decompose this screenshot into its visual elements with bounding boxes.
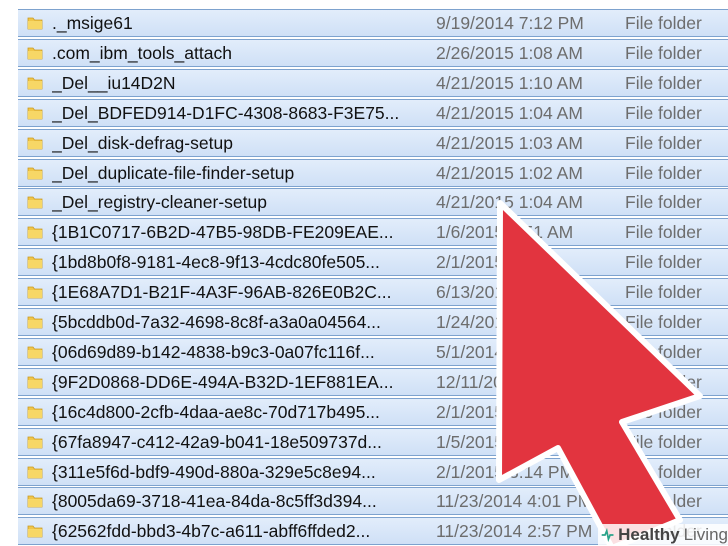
file-date-modified: 12/11/2014: [436, 371, 523, 392]
file-row[interactable]: {1E68A7D1-B21F-4A3F-96AB-826E0B2C... 6/13…: [18, 278, 728, 307]
file-name: {1E68A7D1-B21F-4A3F-96AB-826E0B2C...: [52, 282, 392, 303]
file-type: File folder: [625, 401, 702, 422]
file-row[interactable]: ._msige61 9/19/2014 7:12 PM File folder: [18, 9, 728, 37]
watermark: Healthy Living: [598, 524, 728, 546]
healthy-living-logo-icon: [601, 527, 614, 543]
folder-icon: [27, 316, 43, 329]
file-name: {06d69d89-b142-4838-b9c3-0a07fc116f...: [52, 341, 375, 362]
file-date-modified: 2/1/2015 PM: [436, 252, 536, 273]
file-row[interactable]: _Del_duplicate-file-finder-setup 4/21/201…: [18, 158, 728, 187]
file-date-modified: 9/19/2014 7:12 PM: [436, 13, 584, 33]
file-date-modified: 1/24/2015: [436, 312, 514, 332]
file-row[interactable]: {06d69d89-b142-4838-b9c3-0a07fc116f... 5/…: [18, 337, 728, 366]
file-type: File folder: [625, 252, 702, 273]
file-type: File folder: [625, 491, 702, 512]
file-row[interactable]: _Del_BDFED914-D1FC-4308-8683-F3E75... 4/2…: [18, 98, 728, 127]
folder-icon: [27, 167, 43, 179]
file-name: ._msige61: [52, 13, 133, 33]
file-row[interactable]: .com_ibm_tools_attach 2/26/2015 1:08 AM Fi…: [18, 38, 728, 67]
file-date-modified: 1/5/2015 25 AM: [436, 431, 559, 452]
folder-icon: [27, 47, 43, 60]
file-row[interactable]: {9F2D0868-DD6E-494A-B32D-1EF881EA... 12/1…: [18, 367, 728, 396]
file-type: File folder: [625, 282, 702, 303]
folder-icon: [27, 137, 43, 149]
file-name: _Del_disk-defrag-setup: [52, 132, 233, 153]
file-date-modified: 2/26/2015 1:08 AM: [436, 42, 583, 63]
folder-icon: [27, 406, 43, 419]
file-row[interactable]: {16c4d800-2cfb-4daa-ae8c-70d717b495... 2/…: [18, 397, 728, 426]
file-list: ._msige61 9/19/2014 7:12 PM File folder .co…: [0, 0, 728, 546]
file-name: _Del_registry-cleaner-setup: [52, 192, 267, 213]
folder-icon: [27, 376, 43, 389]
file-name: {1bd8b0f8-9181-4ec8-9f13-4cdc80fe505...: [52, 252, 380, 273]
file-name: .com_ibm_tools_attach: [52, 42, 232, 63]
file-date-modified: 11/23/2014 4:01 PM: [436, 491, 593, 512]
file-type: File folder: [625, 192, 702, 213]
file-date-modified: 4/21/2015 1:03 AM: [436, 132, 583, 153]
watermark-word-living: Living: [683, 525, 728, 544]
folder-icon: [27, 466, 43, 478]
folder-icon: [27, 17, 43, 30]
file-name: {1B1C0717-6B2D-47B5-98DB-FE209EAE...: [52, 222, 394, 243]
folder-icon: [27, 107, 43, 120]
file-type: File folder: [625, 162, 702, 183]
file-type: File folder: [625, 72, 702, 93]
file-date-modified: 4/21/2015 1:04 AM: [436, 102, 583, 123]
watermark-word-healthy: Healthy: [618, 525, 680, 544]
file-type: File folder: [625, 341, 702, 362]
file-name: {8005da69-3718-41ea-84da-8c5ff3d394...: [52, 491, 377, 512]
file-date-modified: 2/1/2015 3:14 PM: [436, 461, 575, 482]
file-type: File folder: [625, 13, 702, 33]
file-type: File folder: [625, 42, 702, 63]
file-type: File folder: [625, 222, 702, 243]
folder-icon: [27, 77, 43, 90]
folder-icon: [27, 495, 43, 508]
file-name: {62562fdd-bbd3-4b7c-a611-abff6ffded2...: [52, 521, 371, 542]
file-row[interactable]: {8005da69-3718-41ea-84da-8c5ff3d394... 11…: [18, 487, 728, 516]
folder-icon: [27, 226, 43, 239]
file-name: {311e5f6d-bdf9-490d-880a-329e5c8e94...: [52, 461, 376, 482]
folder-icon: [27, 256, 43, 269]
file-name: _Del_BDFED914-D1FC-4308-8683-F3E75...: [52, 102, 400, 123]
file-date-modified: 2/1/2015: [436, 401, 505, 422]
folder-icon: [27, 525, 43, 538]
file-row[interactable]: _Del_registry-cleaner-setup 4/21/2015 1:0…: [18, 188, 728, 217]
file-date-modified: 4/21/2015 1:04 AM: [436, 192, 583, 213]
file-type: File folder: [625, 431, 702, 452]
folder-icon: [27, 286, 43, 299]
file-row[interactable]: _Del_disk-defrag-setup 4/21/2015 1:03 AM F…: [18, 128, 728, 157]
folder-icon: [27, 196, 43, 209]
file-date-modified: 1/6/2015 2:51 AM: [436, 222, 574, 243]
file-name: {9F2D0868-DD6E-494A-B32D-1EF881EA...: [52, 371, 394, 392]
file-row[interactable]: _Del__iu14D2N 4/21/2015 1:10 AM File folde…: [18, 68, 728, 97]
file-name: {5bcddb0d-7a32-4698-8c8f-a3a0a04564...: [52, 312, 381, 332]
file-name: {16c4d800-2cfb-4daa-ae8c-70d717b495...: [52, 401, 380, 422]
file-date-modified: 4/21/2015 1:02 AM: [436, 162, 583, 183]
file-type: File folder: [625, 371, 702, 392]
file-type: File folder: [625, 461, 702, 482]
folder-icon: [27, 346, 43, 359]
file-name: _Del__iu14D2N: [52, 72, 176, 93]
file-row[interactable]: {67fa8947-c412-42a9-b041-18e509737d... 1/…: [18, 427, 728, 456]
file-type: File folder: [625, 102, 702, 123]
file-type: File folder: [625, 132, 702, 153]
file-row[interactable]: {1B1C0717-6B2D-47B5-98DB-FE209EAE... 1/6/…: [18, 218, 728, 247]
file-type: File folder: [625, 312, 702, 332]
file-name: {67fa8947-c412-42a9-b041-18e509737d...: [52, 431, 382, 452]
file-row[interactable]: {5bcddb0d-7a32-4698-8c8f-a3a0a04564... 1/…: [18, 308, 728, 336]
file-date-modified: 4/21/2015 1:10 AM: [436, 72, 583, 93]
folder-icon: [27, 436, 43, 448]
file-name: _Del_duplicate-file-finder-setup: [52, 162, 295, 183]
file-date-modified: 5/1/2014: [436, 341, 505, 362]
file-date-modified: 6/13/2014: [436, 282, 514, 303]
file-row[interactable]: {1bd8b0f8-9181-4ec8-9f13-4cdc80fe505... 2…: [18, 248, 728, 277]
file-row[interactable]: {311e5f6d-bdf9-490d-880a-329e5c8e94... 2/…: [18, 457, 728, 486]
